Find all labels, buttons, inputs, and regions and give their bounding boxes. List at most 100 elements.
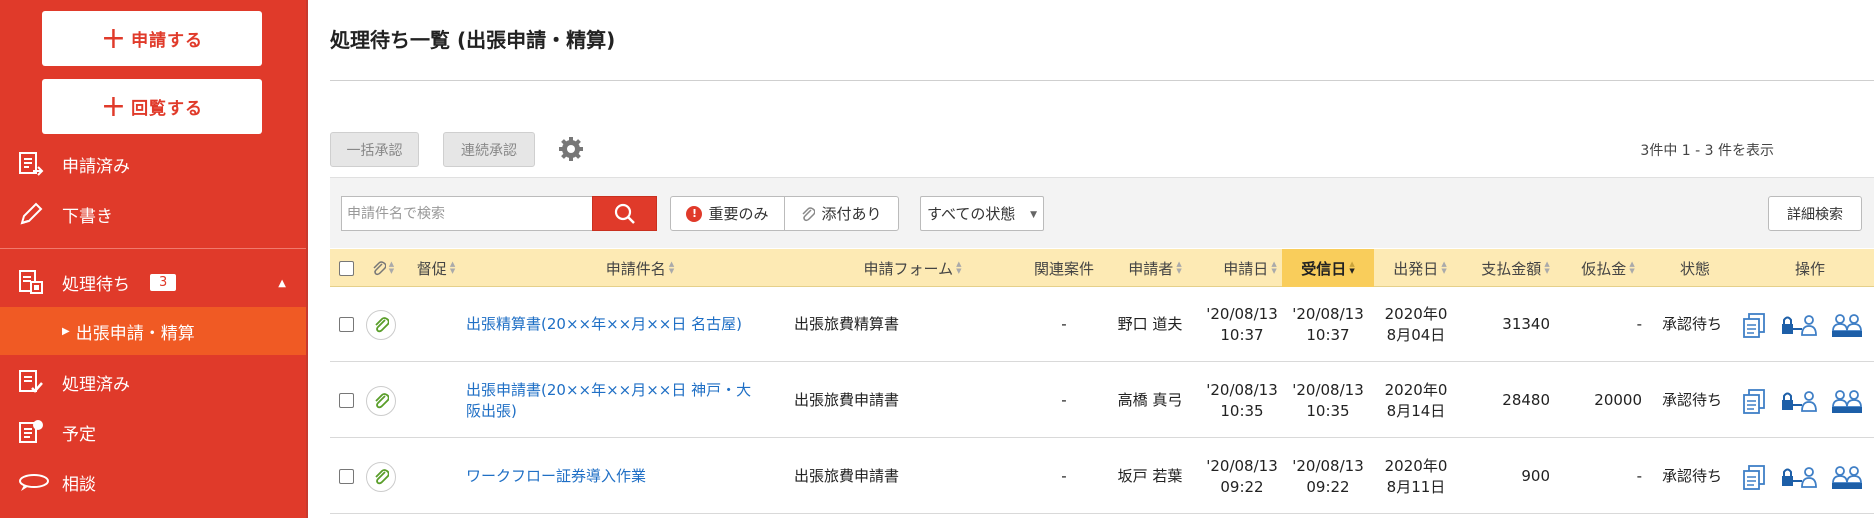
lock-person-icon[interactable]	[1780, 311, 1818, 339]
advance-cell: 20000	[1594, 391, 1642, 409]
attachment-icon[interactable]	[366, 385, 396, 416]
search-input[interactable]	[341, 196, 593, 231]
document-arrow-icon	[18, 151, 58, 177]
header-related: 関連案件	[1033, 259, 1094, 278]
applicant-cell: 坂戸 若葉	[1117, 467, 1183, 485]
sequential-approve-button[interactable]: 連続承認	[443, 132, 535, 167]
advance-cell: -	[1636, 315, 1642, 333]
caret-up-icon[interactable]: ▲	[278, 278, 286, 289]
subject-cell: 出張精算書(20××年××月××日 名古屋)	[466, 287, 806, 362]
paperclip-icon	[372, 260, 386, 276]
form-cell: 出張旅費申請書	[794, 391, 900, 409]
pending-count-badge: 3	[150, 273, 177, 291]
group-icon[interactable]	[1830, 387, 1864, 415]
paperclip-icon	[801, 206, 816, 222]
header-amount[interactable]: 支払金額 ▲ ▼	[1468, 249, 1563, 287]
applicant-cell: 野口 道夫	[1117, 315, 1183, 333]
sidebar-item-submitted[interactable]: 申請済み	[0, 139, 306, 189]
copy-icon[interactable]	[1740, 311, 1768, 339]
attachment-cell	[364, 287, 398, 362]
consult-icon	[18, 471, 58, 493]
header-subject[interactable]: 申請件名 ▲ ▼	[570, 249, 710, 287]
header-actions: 操作	[1794, 259, 1825, 278]
sidebar-edge	[306, 0, 308, 518]
page-title: 処理待ち一覧 (出張申請・精算)	[330, 28, 616, 52]
pencil-icon	[18, 201, 58, 227]
bulk-approve-button[interactable]: 一括承認	[330, 132, 419, 167]
important-only-toggle[interactable]: ! 重要のみ	[671, 197, 785, 230]
title-divider	[330, 80, 1874, 81]
row-select-cell	[330, 363, 362, 438]
sidebar-item-schedule[interactable]: 予定	[0, 407, 306, 457]
attachment-icon[interactable]	[366, 461, 396, 492]
received-date-cell: '20/08/13 09:22	[1292, 456, 1364, 496]
table-header: ▲ ▼ 督促 ▲ ▼ 申請件名 ▲ ▼ 申請フォーム ▲ ▼ 関連案件 申請者 ▲ ▼ 申…	[330, 249, 1874, 287]
attachment-toggle[interactable]: 添付あり	[785, 197, 898, 230]
actions-cell	[1740, 363, 1874, 438]
copy-icon[interactable]	[1740, 387, 1768, 415]
departure-date-cell: 2020年0 8月11日	[1384, 456, 1448, 496]
table-row: 出張精算書(20××年××月××日 名古屋) 出張旅費精算書 - 野口 道夫 '…	[330, 287, 1874, 362]
result-count: 3件中 1 - 3 件を表示	[1640, 143, 1774, 159]
exclamation-icon: !	[686, 205, 703, 222]
sort-desc-icon: ▲ ▼	[1349, 260, 1355, 275]
related-cell: -	[1061, 391, 1067, 409]
pending-docs-icon	[18, 269, 58, 295]
header-departure-date[interactable]: 出発日 ▲ ▼	[1380, 249, 1460, 287]
sort-icon: ▲ ▼	[1629, 260, 1635, 275]
form-cell: 出張旅費申請書	[794, 467, 900, 485]
related-cell: -	[1061, 315, 1067, 333]
attachment-icon[interactable]	[366, 309, 396, 340]
copy-icon[interactable]	[1740, 463, 1768, 491]
row-select-cell	[330, 439, 362, 514]
apply-date-cell: '20/08/13 10:37	[1206, 304, 1278, 344]
status-select[interactable]: すべての状態 ▼	[920, 196, 1044, 231]
apply-date-cell: '20/08/13 09:22	[1206, 456, 1278, 496]
sidebar-item-business-trip[interactable]: ▶ 出張申請・精算	[0, 307, 306, 355]
search-button[interactable]	[592, 196, 657, 231]
sidebar-item-processed[interactable]: 処理済み	[0, 357, 306, 407]
detail-search-button[interactable]: 詳細検索	[1768, 196, 1862, 231]
sort-icon: ▲ ▼	[1176, 260, 1182, 275]
gear-icon[interactable]	[556, 134, 586, 164]
sidebar-item-consult[interactable]: 相談	[0, 457, 306, 507]
header-apply-date[interactable]: 申請日 ▲ ▼	[1210, 249, 1290, 287]
amount-cell: 900	[1521, 467, 1550, 485]
related-cell: -	[1061, 467, 1067, 485]
select-all-cell	[330, 249, 362, 287]
processed-icon	[18, 369, 58, 395]
row-checkbox[interactable]	[338, 317, 354, 332]
header-advance[interactable]: 仮払金 ▲ ▼	[1568, 249, 1648, 287]
row-checkbox[interactable]	[338, 469, 354, 484]
sort-icon: ▲ ▼	[956, 260, 962, 275]
table-row: ワークフロー証券導入作業 出張旅費申請書 - 坂戸 若葉 '20/08/13 09…	[330, 439, 1874, 514]
header-status: 状態	[1679, 259, 1710, 278]
circulate-button[interactable]: + 回覧する	[42, 79, 262, 134]
filter-toggle-group: ! 重要のみ 添付あり	[670, 196, 899, 231]
row-checkbox[interactable]	[338, 393, 354, 408]
subject-link[interactable]: ワークフロー証券導入作業	[466, 466, 646, 487]
group-icon[interactable]	[1830, 311, 1864, 339]
apply-button[interactable]: + 申請する	[42, 11, 262, 66]
header-reminder[interactable]: 督促 ▲ ▼	[410, 249, 462, 287]
subject-link[interactable]: 出張精算書(20××年××月××日 名古屋)	[466, 314, 742, 335]
lock-person-icon[interactable]	[1780, 387, 1818, 415]
header-form[interactable]: 申請フォーム ▲ ▼	[830, 249, 995, 287]
schedule-icon	[18, 419, 58, 445]
header-received-date[interactable]: 受信日 ▲ ▼	[1282, 249, 1374, 287]
sidebar-item-pending[interactable]: 処理待ち 3 ▲	[0, 257, 306, 307]
sidebar-item-drafts[interactable]: 下書き	[0, 189, 306, 239]
lock-person-icon[interactable]	[1780, 463, 1818, 491]
plus-icon: +	[100, 20, 128, 56]
subject-link[interactable]: 出張申請書(20××年××月××日 神戸・大 阪出張)	[466, 380, 751, 422]
caret-right-icon: ▶	[62, 325, 70, 337]
attachment-cell	[364, 439, 398, 514]
subject-cell: ワークフロー証券導入作業	[466, 439, 796, 514]
table-row: 出張申請書(20××年××月××日 神戸・大 阪出張) 出張旅費申請書 - 高橋 …	[330, 363, 1874, 438]
actions-cell	[1740, 439, 1874, 514]
search-icon	[614, 203, 635, 224]
group-icon[interactable]	[1830, 463, 1864, 491]
select-all-checkbox[interactable]	[338, 260, 354, 276]
header-attachment[interactable]: ▲ ▼	[368, 249, 398, 287]
header-applicant[interactable]: 申請者 ▲ ▼	[1110, 249, 1200, 287]
